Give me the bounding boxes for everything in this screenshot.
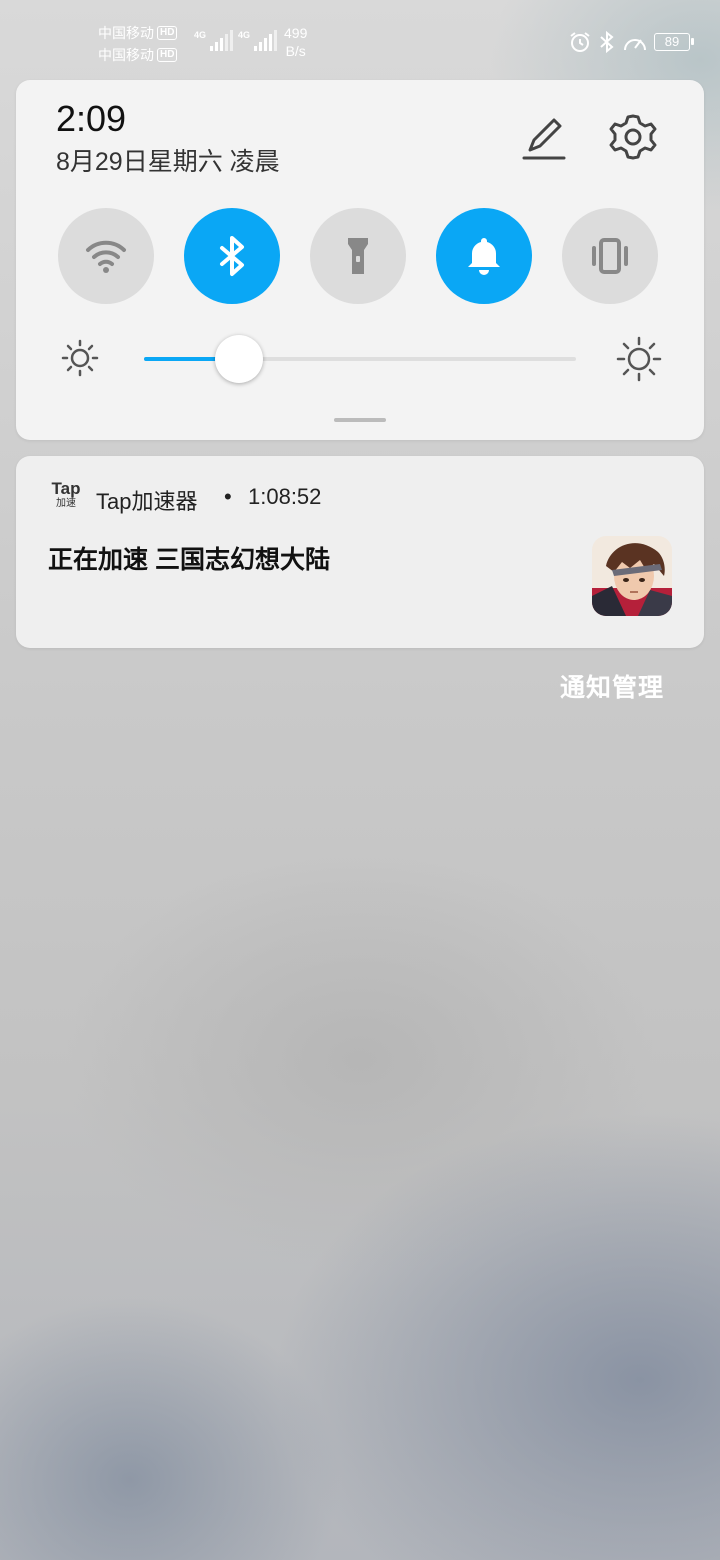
toggle-wifi[interactable]: [58, 208, 154, 304]
pencil-icon: [522, 118, 566, 160]
game-thumbnail: [592, 536, 672, 616]
toggle-flashlight[interactable]: [310, 208, 406, 304]
toggle-bluetooth[interactable]: [184, 208, 280, 304]
brightness-slider[interactable]: [144, 335, 576, 383]
signal-icon: 4G: [194, 30, 234, 51]
speed-value: 499: [284, 25, 308, 41]
carrier-2: 中国移动 HD: [98, 44, 178, 66]
notification-title: 正在加速 三国志幻想大陆: [48, 546, 330, 574]
app-icon-text-bottom: 加速: [56, 498, 76, 509]
character-image: [592, 536, 672, 616]
wifi-icon: [86, 240, 126, 273]
notification-management-link[interactable]: 通知管理: [560, 668, 664, 704]
gear-icon: [609, 114, 657, 160]
brightness-high-icon: [616, 336, 662, 382]
expand-handle[interactable]: [334, 418, 386, 422]
carrier-2-name: 中国移动: [98, 47, 154, 63]
settings-button[interactable]: [604, 108, 662, 166]
carrier-info: 中国移动 HD 中国移动 HD: [98, 22, 178, 66]
clock-time: 2:09: [56, 98, 127, 139]
speedometer-icon: [624, 39, 646, 51]
signal-icon: 4G: [238, 30, 278, 51]
app-icon: Tap 加速: [48, 480, 84, 514]
alarm-icon: [570, 32, 590, 52]
network-type-label: 4G: [194, 30, 207, 40]
flashlight-icon: [348, 238, 368, 274]
status-icons: 89: [568, 30, 694, 54]
clock-date: 8月29日星期六 凌晨: [56, 148, 280, 176]
carrier-1-name: 中国移动: [98, 25, 154, 41]
notification-time: 1:08:52: [248, 484, 322, 509]
toggle-sound[interactable]: [436, 208, 532, 304]
bell-icon: [468, 238, 500, 275]
app-icon-text-top: Tap: [51, 479, 81, 498]
vibrate-icon: [592, 238, 628, 274]
network-speed: 499 B/s: [284, 24, 307, 60]
hd-badge: HD: [157, 48, 178, 62]
notification-card[interactable]: Tap 加速 Tap加速器 • 1:08:52 正在加速 三国志幻想大陆: [16, 456, 704, 648]
bluetooth-icon: [220, 236, 244, 276]
brightness-low-icon: [61, 339, 99, 377]
hd-badge: HD: [157, 26, 178, 40]
status-bar: 中国移动 HD 中国移动 HD 4G 4G 499 B/s 89: [0, 0, 720, 76]
speed-unit: B/s: [285, 43, 306, 59]
toggle-vibrate[interactable]: [562, 208, 658, 304]
battery-icon: 89: [654, 33, 694, 51]
network-type-label: 4G: [238, 30, 251, 40]
carrier-1: 中国移动 HD: [98, 22, 178, 44]
battery-level: 89: [664, 34, 680, 49]
app-name: Tap加速器: [96, 489, 198, 514]
separator-dot: •: [224, 484, 232, 509]
bluetooth-icon: [600, 30, 614, 54]
edit-button[interactable]: [516, 110, 572, 166]
quick-settings-panel: 2:09 8月29日星期六 凌晨: [16, 80, 704, 440]
brightness-thumb[interactable]: [215, 335, 263, 383]
